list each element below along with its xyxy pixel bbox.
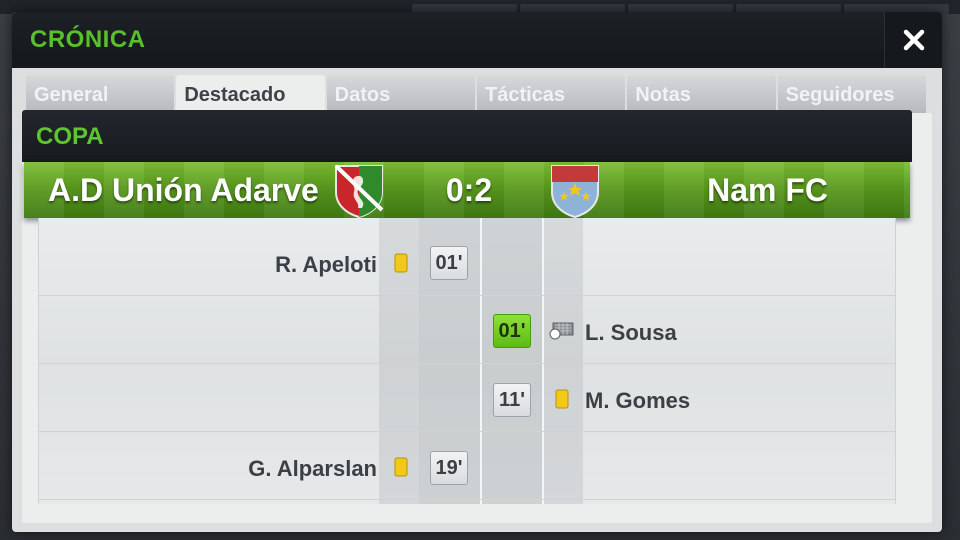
competition-name: COPA bbox=[36, 123, 104, 150]
yellow-card-icon bbox=[555, 389, 569, 409]
center-divider bbox=[480, 218, 482, 504]
event-player-name: M. Gomes bbox=[585, 388, 691, 413]
event-player-name: R. Apeloti bbox=[275, 252, 377, 277]
event-minute: 19' bbox=[430, 451, 468, 485]
match-score: 0:2 bbox=[445, 172, 493, 208]
close-button[interactable] bbox=[884, 12, 942, 68]
event-player-name: G. Alparslan bbox=[248, 456, 377, 481]
scoreboard: A.D Unión Adarve 0:2 Nam FC bbox=[24, 162, 910, 218]
event-minute: 01' bbox=[430, 246, 468, 280]
event-minute: 11' bbox=[493, 383, 531, 417]
away-team-name: Nam FC bbox=[707, 172, 828, 208]
row-separator bbox=[39, 363, 895, 364]
row-separator bbox=[39, 431, 895, 432]
window-title: CRÓNICA bbox=[30, 26, 146, 53]
tab-bar: General Destacado Datos Tácticas Notas S… bbox=[26, 75, 926, 115]
yellow-card-icon bbox=[394, 253, 408, 273]
tab-notas[interactable]: Notas bbox=[627, 75, 776, 113]
tab-datos[interactable]: Datos bbox=[326, 75, 475, 113]
title-bar: CRÓNICA bbox=[12, 12, 942, 68]
home-crest-icon bbox=[334, 164, 384, 218]
event-minute: 01' bbox=[493, 314, 531, 348]
match-events-list: R. Apeloti 01' 01' L. Sousa 11' M. Gomes… bbox=[38, 218, 896, 504]
home-team-name: A.D Unión Adarve bbox=[48, 172, 319, 208]
row-separator bbox=[39, 295, 895, 296]
center-divider bbox=[542, 218, 544, 504]
away-crest-icon bbox=[551, 165, 599, 218]
event-player-name: L. Sousa bbox=[585, 320, 677, 345]
row-separator bbox=[39, 499, 895, 500]
tab-general[interactable]: General bbox=[26, 75, 175, 113]
competition-header: COPA bbox=[22, 110, 912, 162]
tab-tacticas[interactable]: Tácticas bbox=[476, 75, 626, 113]
away-minute-column bbox=[543, 218, 583, 504]
close-icon bbox=[903, 29, 924, 51]
tab-seguidores[interactable]: Seguidores bbox=[777, 75, 926, 113]
goal-icon bbox=[549, 322, 574, 340]
tab-destacado[interactable]: Destacado bbox=[176, 75, 325, 115]
yellow-card-icon bbox=[394, 457, 408, 477]
